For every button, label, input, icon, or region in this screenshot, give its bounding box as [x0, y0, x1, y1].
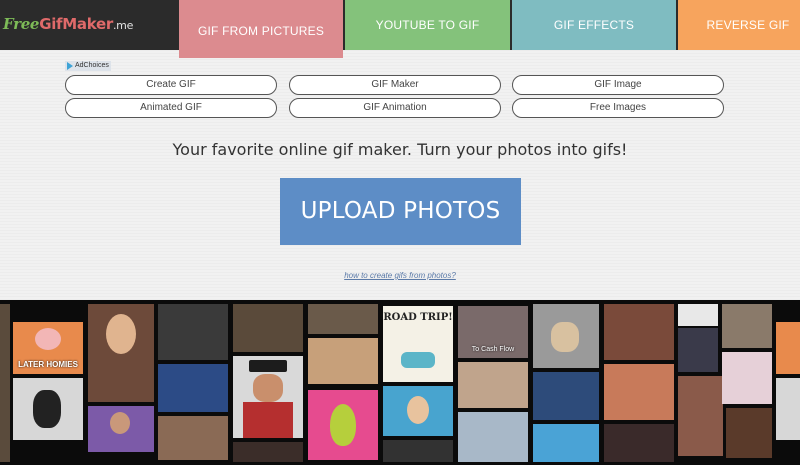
- gallery-thumb-road-trip[interactable]: ROAD TRIP!: [383, 306, 453, 382]
- top-header: FreeGifMaker.me YOUTUBE TO GIF GIF EFFEC…: [0, 0, 800, 50]
- gallery-thumb-blonde-woman-2[interactable]: [533, 424, 599, 462]
- gallery-thumb-dark-bottom-2[interactable]: [383, 440, 453, 462]
- gallery-thumb-edge-left[interactable]: [0, 304, 10, 462]
- upload-photos-button[interactable]: UPLOAD PHOTOS: [280, 178, 521, 245]
- adchoices-icon: [67, 62, 73, 70]
- gallery-thumb-pink-cartoon[interactable]: [722, 352, 772, 404]
- jacket-shape: [243, 402, 293, 438]
- ad-link-create-gif[interactable]: Create GIF: [65, 75, 277, 95]
- face-shape: [253, 374, 283, 402]
- gallery-thumb-captain[interactable]: [233, 356, 303, 438]
- gallery-thumb-men-group[interactable]: [233, 304, 303, 352]
- gallery-thumb-dark-scene[interactable]: [158, 304, 228, 360]
- tab-gif-effects[interactable]: GIF EFFECTS: [512, 0, 676, 50]
- ad-link-gif-maker[interactable]: GIF Maker: [289, 75, 501, 95]
- gallery-thumb-man-face[interactable]: [158, 416, 228, 460]
- logo-gifmaker: GifMaker: [39, 15, 113, 33]
- how-to-link[interactable]: how to create gifs from photos?: [0, 271, 800, 280]
- tab-youtube-to-gif[interactable]: YOUTUBE TO GIF: [345, 0, 510, 50]
- gif-gallery: LATER HOMIES ROAD TRIP! To Cash Flow: [0, 300, 800, 465]
- pear-shape: [330, 404, 356, 446]
- gallery-thumb-cat[interactable]: [13, 378, 83, 440]
- gallery-thumb-cash-flow[interactable]: To Cash Flow: [458, 306, 528, 358]
- captain-hat-shape: [249, 360, 287, 372]
- gallery-thumb-meme-faces[interactable]: [678, 304, 718, 326]
- logo-free: Free: [3, 15, 40, 33]
- gallery-thumb-tv-show[interactable]: [308, 304, 378, 334]
- face-shape: [407, 396, 429, 424]
- car-shape: [401, 352, 435, 368]
- gallery-thumb-girl-purple[interactable]: [88, 406, 154, 452]
- face-shape: [110, 412, 130, 434]
- face-shape: [106, 314, 136, 354]
- tab-reverse-gif[interactable]: REVERSE GIF: [678, 0, 800, 50]
- gallery-thumb-pear[interactable]: [308, 390, 378, 460]
- adchoices-label: AdChoices: [75, 62, 109, 69]
- cat-shape: [551, 322, 579, 352]
- cat-shape: [33, 390, 61, 428]
- tab-gif-from-pictures[interactable]: GIF FROM PICTURES: [179, 0, 343, 58]
- later-homies-caption: LATER HOMIES: [18, 360, 78, 369]
- tagline: Your favorite online gif maker. Turn you…: [172, 140, 628, 159]
- road-trip-caption: ROAD TRIP!: [383, 312, 453, 323]
- gallery-thumb-computer[interactable]: [604, 364, 674, 420]
- gallery-thumb-cat-2[interactable]: [722, 304, 772, 348]
- gallery-thumb-dark-bottom[interactable]: [233, 442, 303, 462]
- gallery-thumb-woman-laugh[interactable]: [458, 362, 528, 408]
- gallery-thumb-pig-cartoon[interactable]: LATER HOMIES: [13, 322, 83, 374]
- gallery-thumb-redhead[interactable]: [678, 376, 723, 456]
- adchoices-badge[interactable]: AdChoices: [65, 61, 111, 71]
- logo-suffix: .me: [112, 19, 134, 32]
- gallery-thumb-blonde-woman[interactable]: [88, 304, 154, 402]
- ad-link-gif-animation[interactable]: GIF Animation: [289, 98, 501, 118]
- gallery-thumb-cat-edge[interactable]: [776, 378, 800, 440]
- gallery-thumb-man-suit[interactable]: [678, 328, 718, 372]
- ad-link-free-images[interactable]: Free Images: [512, 98, 724, 118]
- site-logo[interactable]: FreeGifMaker.me: [3, 15, 133, 33]
- pig-face-shape: [35, 328, 61, 350]
- gallery-thumb-talk-show[interactable]: [533, 372, 599, 420]
- gallery-thumb-office[interactable]: [308, 338, 378, 384]
- ad-link-gif-image[interactable]: GIF Image: [512, 75, 724, 95]
- gallery-thumb-football[interactable]: [158, 364, 228, 412]
- ad-link-animated-gif[interactable]: Animated GIF: [65, 98, 277, 118]
- gallery-thumb-room[interactable]: [604, 304, 674, 360]
- gallery-thumb-blonde-girl[interactable]: [383, 386, 453, 436]
- gallery-thumb-cat-sitting[interactable]: [533, 304, 599, 368]
- gallery-thumb-red-singer[interactable]: [604, 424, 674, 462]
- gallery-thumb-man-glasses[interactable]: [726, 408, 772, 458]
- cash-flow-caption: To Cash Flow: [471, 346, 515, 353]
- gallery-thumb-group-kids[interactable]: [458, 412, 528, 462]
- gallery-thumb-pig-cartoon-edge[interactable]: [776, 322, 800, 374]
